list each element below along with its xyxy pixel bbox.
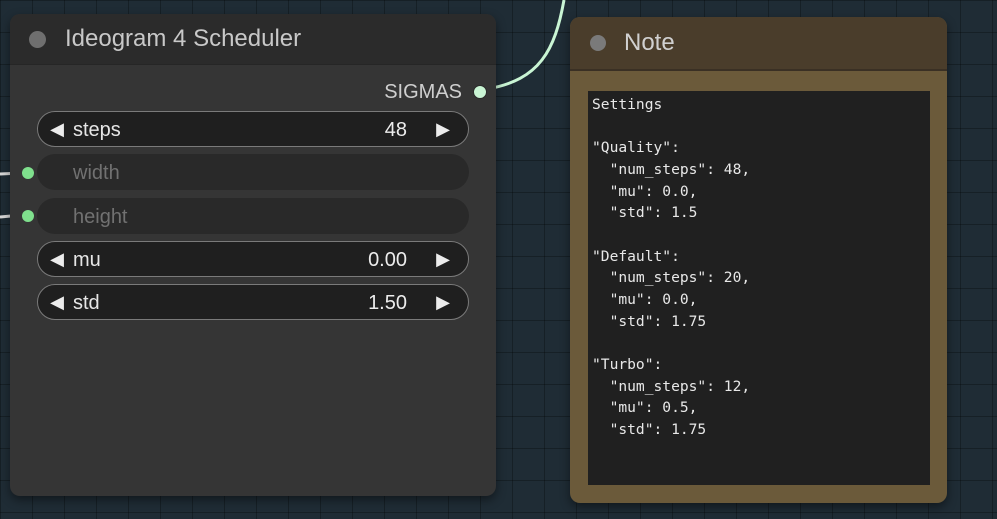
std-decrement-icon[interactable]: ◀ <box>46 290 68 314</box>
note-textarea[interactable]: Settings "Quality": "num_steps": 48, "mu… <box>588 91 930 485</box>
scheduler-node-header[interactable]: Ideogram 4 Scheduler <box>10 14 496 65</box>
height-input-slot-icon[interactable] <box>22 210 34 222</box>
mu-decrement-icon[interactable]: ◀ <box>46 247 68 271</box>
std-label: std <box>73 292 100 314</box>
height-input[interactable]: height <box>37 198 469 234</box>
steps-widget[interactable]: ◀ steps 48 ▶ <box>37 111 469 147</box>
steps-value[interactable]: 48 <box>385 118 407 142</box>
node-title: Ideogram 4 Scheduler <box>65 25 302 52</box>
sigmas-output-wire[interactable] <box>486 0 566 91</box>
width-input[interactable]: width <box>37 154 469 190</box>
std-value[interactable]: 1.50 <box>368 291 407 315</box>
steps-increment-icon[interactable]: ▶ <box>432 117 454 141</box>
scheduler-node[interactable]: Ideogram 4 Scheduler SIGMAS ◀ steps 48 ▶… <box>10 14 496 496</box>
note-collapse-toggle-icon[interactable] <box>590 35 606 51</box>
output-label-sigmas: SIGMAS <box>384 81 462 103</box>
height-label: height <box>73 206 128 228</box>
mu-increment-icon[interactable]: ▶ <box>432 247 454 271</box>
width-input-slot-icon[interactable] <box>22 167 34 179</box>
width-label: width <box>73 162 120 184</box>
note-node-header[interactable]: Note <box>570 17 947 71</box>
note-title: Note <box>624 29 675 56</box>
output-sigmas: SIGMAS <box>10 78 496 106</box>
mu-widget[interactable]: ◀ mu 0.00 ▶ <box>37 241 469 277</box>
std-increment-icon[interactable]: ▶ <box>432 290 454 314</box>
note-node[interactable]: Note Settings "Quality": "num_steps": 48… <box>570 17 947 503</box>
mu-label: mu <box>73 249 101 271</box>
collapse-toggle-icon[interactable] <box>29 31 46 48</box>
output-slot-sigmas-icon[interactable] <box>473 85 487 99</box>
steps-decrement-icon[interactable]: ◀ <box>46 117 68 141</box>
graph-canvas[interactable]: Ideogram 4 Scheduler SIGMAS ◀ steps 48 ▶… <box>0 0 997 519</box>
std-widget[interactable]: ◀ std 1.50 ▶ <box>37 284 469 320</box>
mu-value[interactable]: 0.00 <box>368 248 407 272</box>
steps-label: steps <box>73 119 121 141</box>
